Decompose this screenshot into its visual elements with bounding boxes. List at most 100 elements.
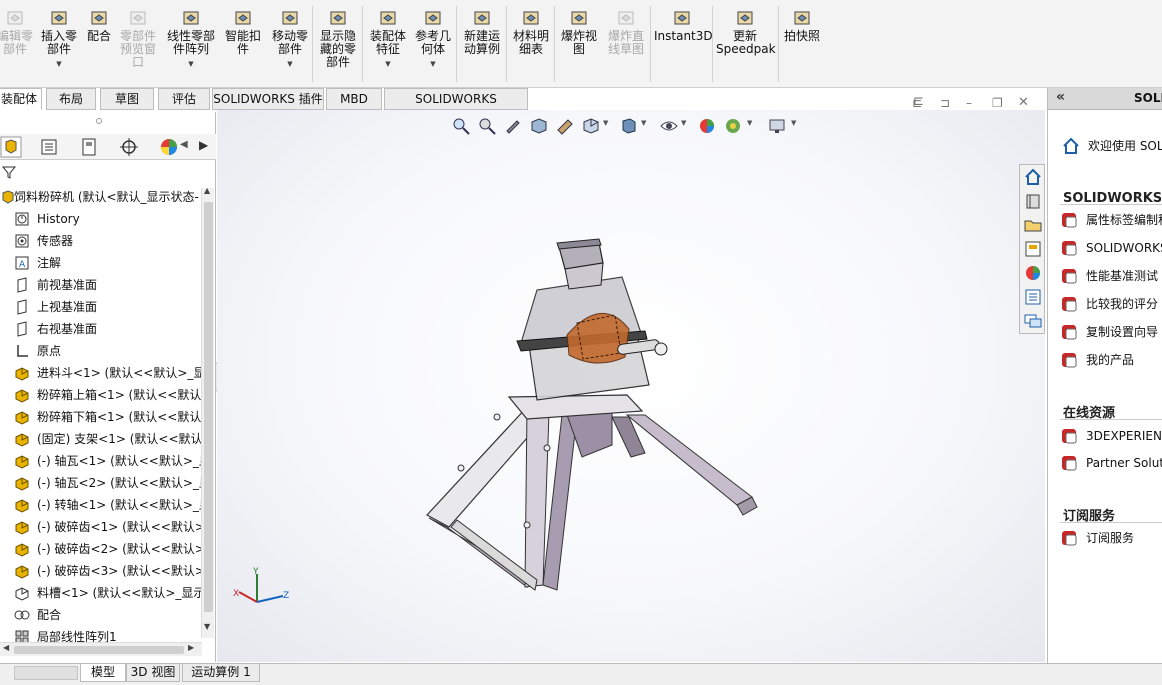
tree-item[interactable]: (-) 轴瓦<2> (默认<<默认>_显 <box>0 472 202 494</box>
tab-scroll-right-icon[interactable]: ▶ <box>199 138 208 152</box>
close-icon[interactable]: ✕ <box>1018 95 1029 110</box>
scroll-left-icon[interactable]: ◀ <box>3 643 9 652</box>
dropdown-arrow-icon[interactable]: ▼ <box>163 58 219 71</box>
zoom-to-area-icon[interactable] <box>477 116 497 136</box>
dimxpert-tab-icon[interactable] <box>118 136 140 158</box>
tree-item[interactable]: 粉碎箱上箱<1> (默认<<默认 <box>0 384 202 406</box>
file-explorer-icon[interactable] <box>1023 215 1043 235</box>
ribbon-button-reference-geometry[interactable]: 参考几 何体 ▼ <box>412 8 454 71</box>
feature-manager-tab-icon[interactable] <box>0 136 22 158</box>
ribbon-button-instant3d[interactable]: Instant3D <box>654 8 713 43</box>
ribbon-button-snapshot[interactable]: 拍快照 <box>782 8 822 43</box>
dropdown-arrow-icon[interactable]: ▼ <box>747 119 752 127</box>
tree-item[interactable]: History <box>0 208 202 230</box>
bottom-tab-2[interactable]: 运动算例 1 <box>182 664 260 682</box>
scroll-right-icon[interactable]: ▶ <box>188 643 194 652</box>
ribbon-button-exploded-view[interactable]: 爆炸视 图 <box>558 8 600 56</box>
dropdown-arrow-icon[interactable]: ▼ <box>38 58 80 71</box>
dropdown-arrow-icon[interactable]: ▼ <box>366 58 410 71</box>
view-palette-icon[interactable] <box>1023 239 1043 259</box>
apply-scene-icon[interactable] <box>723 116 743 136</box>
ribbon-button-bill-of-materials[interactable]: 材料明 细表 <box>510 8 552 56</box>
scroll-up-icon[interactable]: ▲ <box>204 186 210 195</box>
tab-nav-arrows[interactable] <box>14 666 78 680</box>
tree-item[interactable]: 配合 <box>0 604 202 626</box>
tab-5[interactable]: MBD <box>326 88 382 110</box>
tree-root[interactable]: 饲料粉碎机 (默认<默认_显示状态- <box>0 186 202 208</box>
dropdown-arrow-icon[interactable]: ▼ <box>791 119 796 127</box>
property-manager-tab-icon[interactable] <box>38 136 60 158</box>
display-manager-tab-icon[interactable] <box>158 136 180 158</box>
tree-item[interactable]: 右视基准面 <box>0 318 202 340</box>
filter-icon[interactable] <box>1 166 17 179</box>
design-library-icon[interactable] <box>1023 191 1043 211</box>
ribbon-button-component-preview[interactable]: 零部件 预览窗 口 <box>114 8 162 69</box>
view-settings-icon[interactable] <box>767 116 787 136</box>
edit-appearance-icon[interactable] <box>697 116 717 136</box>
tab-scroll-left-icon[interactable]: ◀ <box>180 139 188 150</box>
custom-properties-icon[interactable] <box>1023 287 1043 307</box>
dynamic-annotation-icon[interactable] <box>555 116 575 136</box>
ribbon-button-edit-component[interactable]: 编辑零 部件 <box>0 8 38 56</box>
configuration-manager-tab-icon[interactable] <box>78 136 100 158</box>
collapse-pane-icon[interactable]: « <box>1056 89 1065 105</box>
minimize-icon[interactable]: – <box>966 96 972 110</box>
ribbon-button-show-hidden[interactable]: 显示隐 藏的零 部件 <box>317 8 359 69</box>
section-view-icon[interactable] <box>529 116 549 136</box>
tab-1[interactable]: 布局 <box>46 88 96 110</box>
dropdown-arrow-icon[interactable]: ▼ <box>681 119 686 127</box>
ribbon-button-assembly-features[interactable]: 装配体 特征 ▼ <box>366 8 410 71</box>
dropdown-arrow-icon[interactable]: ▼ <box>641 119 646 127</box>
ribbon-button-smart-fasteners[interactable]: 智能扣 件 <box>222 8 264 56</box>
tree-item[interactable]: 进料斗<1> (默认<<默认>_显 <box>0 362 202 384</box>
previous-view-icon[interactable] <box>503 116 523 136</box>
tree-item[interactable]: (-) 破碎齿<2> (默认<<默认> <box>0 538 202 560</box>
tree-item[interactable]: (-) 破碎齿<3> (默认<<默认> <box>0 560 202 582</box>
tab-4[interactable]: SOLIDWORKS 插件 <box>212 88 324 110</box>
panel-grip[interactable] <box>96 118 102 124</box>
ribbon-button-mate[interactable]: 配合 <box>82 8 116 43</box>
tab-6[interactable]: SOLIDWORKS Inspection <box>384 88 528 127</box>
ribbon-button-insert-component[interactable]: 插入零 部件 ▼ <box>38 8 80 71</box>
ribbon-button-linear-pattern[interactable]: 线性零部 件阵列 ▼ <box>163 8 219 71</box>
tree-item[interactable]: (固定) 支架<1> (默认<<默认 <box>0 428 202 450</box>
tree-item[interactable]: (-) 轴瓦<1> (默认<<默认>_显 <box>0 450 202 472</box>
dropdown-arrow-icon[interactable]: ▼ <box>412 58 454 71</box>
restore-icon[interactable]: ❐ <box>992 96 1003 110</box>
tab-0[interactable]: 装配体 <box>0 88 42 110</box>
tree-item[interactable]: A 注解 <box>0 252 202 274</box>
ribbon-button-explode-line-sketch[interactable]: 爆炸直 线草图 <box>605 8 647 56</box>
forum-icon[interactable] <box>1023 311 1043 331</box>
tree-horizontal-scrollbar[interactable]: ◀ ▶ <box>0 642 202 656</box>
tab-3[interactable]: 评估 <box>158 88 210 110</box>
appearances-icon[interactable] <box>1023 263 1043 283</box>
ribbon-button-update-speedpak[interactable]: 更新 Speedpak <box>716 8 776 56</box>
ribbon-button-move-component[interactable]: 移动零 部件 ▼ <box>266 8 314 71</box>
tree-item[interactable]: (-) 破碎齿<1> (默认<<默认> <box>0 516 202 538</box>
tile-left-icon[interactable]: ⊏ <box>912 96 922 110</box>
tree-item[interactable]: 上视基准面 <box>0 296 202 318</box>
tree-item[interactable]: 传感器 <box>0 230 202 252</box>
tree-item[interactable]: 前视基准面 <box>0 274 202 296</box>
tree-item[interactable]: 粉碎箱下箱<1> (默认<<默认 <box>0 406 202 428</box>
zoom-to-fit-icon[interactable] <box>451 116 471 136</box>
tab-2[interactable]: 草图 <box>100 88 154 110</box>
dropdown-arrow-icon[interactable]: ▼ <box>603 119 608 127</box>
home-icon[interactable] <box>1023 167 1043 187</box>
tree-item[interactable]: (-) 转轴<1> (默认<<默认>_显 <box>0 494 202 516</box>
assembly-model[interactable] <box>417 235 777 595</box>
ribbon-button-new-motion-study[interactable]: 新建运 动算例 <box>460 8 504 56</box>
tree-item[interactable]: 原点 <box>0 340 202 362</box>
tree-item[interactable]: 料槽<1> (默认<<默认>_显示 <box>0 582 202 604</box>
dropdown-arrow-icon[interactable]: ▼ <box>266 58 314 71</box>
graphics-area[interactable]: ⊏ ▼ ▼ ▼ ▼ ▼ Y Z X <box>217 94 1045 662</box>
view-orientation-icon[interactable] <box>581 116 601 136</box>
tree-vertical-scrollbar[interactable]: ▲ ▼ <box>201 186 214 638</box>
scroll-down-icon[interactable]: ▼ <box>204 622 210 631</box>
bottom-tab-0[interactable]: 模型 <box>80 664 126 682</box>
scrollbar-thumb[interactable] <box>204 202 213 612</box>
tile-right-icon[interactable]: ⊐ <box>940 96 950 110</box>
hscroll-thumb[interactable] <box>14 646 184 654</box>
bottom-tab-1[interactable]: 3D 视图 <box>126 664 180 682</box>
hide-show-items-icon[interactable] <box>659 116 679 136</box>
